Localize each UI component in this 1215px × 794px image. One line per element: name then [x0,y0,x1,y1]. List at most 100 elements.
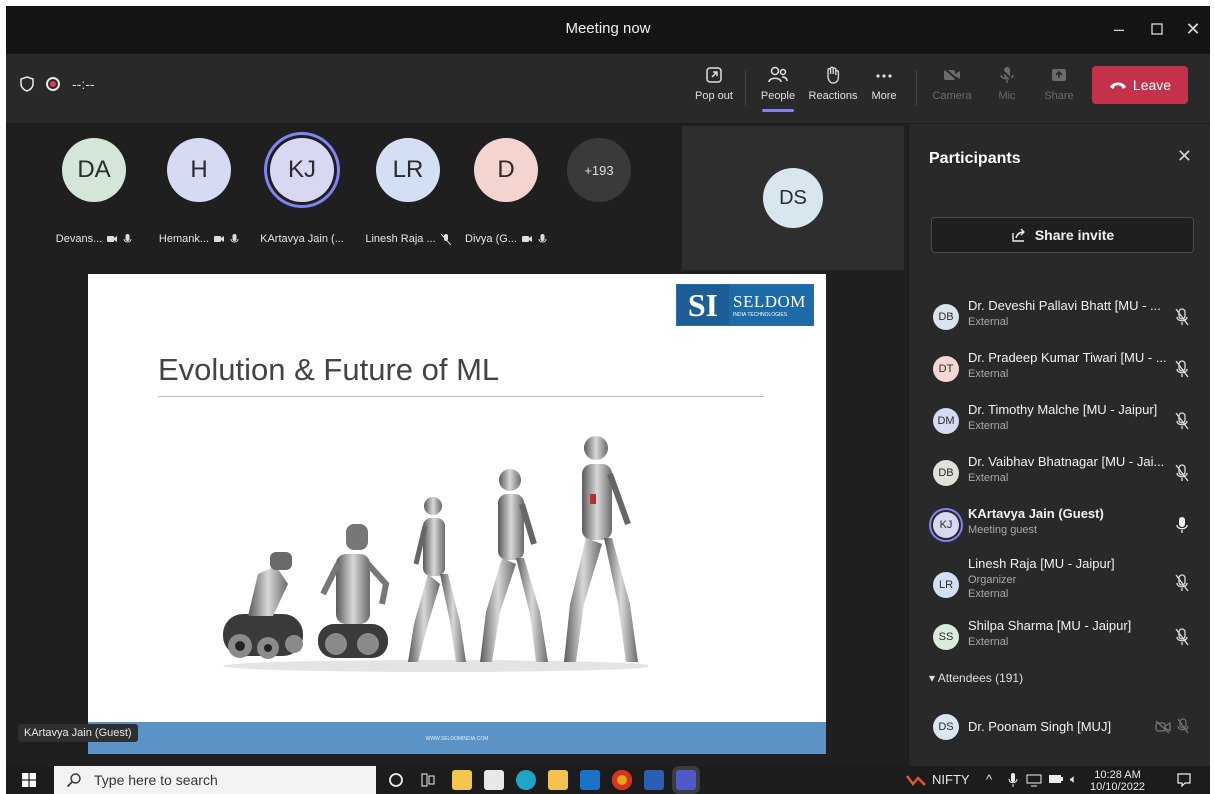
more-button[interactable]: More [868,64,900,102]
logo-name: SELDOM [733,292,806,311]
more-participants-button[interactable]: +193 [567,138,631,202]
close-icon[interactable]: ✕ [1177,146,1192,167]
participant-role: External [968,316,1009,328]
participants-panel: Participants ✕ Share invite DB Dr. Deves… [909,124,1210,766]
participant-row[interactable]: DT Dr. Pradeep Kumar Tiwari [MU - ... Ex… [909,346,1210,396]
cortana-icon[interactable] [388,772,404,788]
participant-name: Dr. Pradeep Kumar Tiwari [MU - ... [968,350,1167,365]
share-label: Share [1044,90,1074,102]
participant-row[interactable]: DB Dr. Deveshi Pallavi Bhatt [MU - ... E… [909,294,1210,344]
task-view-icon[interactable] [420,772,436,788]
mic-off-icon [1175,628,1189,646]
caret-down-icon: ▾ [929,671,938,685]
camera-off-icon [107,236,118,242]
participant-row[interactable]: DM Dr. Timothy Malche [MU - Jaipur] Exte… [909,398,1210,448]
outlook-icon[interactable] [580,770,600,790]
avatar: DB [933,304,959,330]
tile-name: Hemank... [158,233,210,245]
mic-button[interactable]: Mic [992,64,1022,102]
avatar: DS [933,714,959,740]
window-title: Meeting now [565,20,651,37]
tile-name: KArtavya Jain (... [260,233,344,245]
attendees-section-toggle[interactable]: ▾ Attendees (191) [929,671,1023,685]
teams-icon[interactable] [676,770,696,790]
share-invite-button[interactable]: Share invite [931,217,1194,253]
participant-role: External [968,636,1009,648]
participant-row[interactable]: SS Shilpa Sharma [MU - Jaipur] External [909,614,1210,664]
tracked-robot [223,552,303,659]
close-window-icon[interactable]: ✕ [1178,14,1208,44]
video-tile[interactable]: LR Linesh Raja ... [358,138,458,258]
mic-off-icon [1177,718,1189,734]
taskbar-search-box[interactable]: Type here to search [54,766,376,794]
video-tile[interactable]: DA Devans... [44,138,144,258]
spotlight-tile[interactable]: DS [682,126,904,270]
video-tile[interactable]: D Divya (G... [456,138,556,258]
tile-label: Divya (G... [456,233,556,245]
presenter-name-tag: KArtavya Jain (Guest) [18,724,138,742]
mic-off-icon [1175,574,1189,592]
system-clock[interactable]: 10:28 AM 10/10/2022 [1090,769,1145,793]
avatar: LR [376,138,440,202]
windows-taskbar: Type here to search NIFTY ^ 🔈︎ 10:28 AM … [6,766,1210,794]
share-invite-label: Share invite [1034,227,1115,243]
word-icon[interactable] [644,770,664,790]
mic-off-icon [1175,360,1189,378]
mic-label: Mic [998,90,1016,102]
title-divider [158,396,764,397]
chevron-up-icon[interactable]: ^ [986,772,992,787]
meeting-status: --:-- [20,76,95,92]
reactions-button[interactable]: Reactions [806,64,860,102]
more-label: More [871,90,897,102]
tile-name: Devans... [55,233,103,245]
participant-role: External [968,420,1009,432]
edge-browser-icon[interactable] [516,770,536,790]
search-placeholder: Type here to search [94,772,218,788]
people-button[interactable]: People [758,64,798,112]
tile-name: Linesh Raja ... [365,233,436,245]
camera-label: Camera [932,90,972,102]
minimize-icon[interactable]: – [1104,14,1134,44]
file-explorer-icon[interactable] [548,770,568,790]
participant-row[interactable]: DB Dr. Vaibhav Bhatnagar [MU - Jai... Ex… [909,450,1210,500]
maximize-icon[interactable] [1142,14,1172,44]
camera-off-icon [943,67,961,83]
pop-out-button[interactable]: Pop out [692,64,736,102]
mic-off-icon [440,233,451,245]
stock-ticker-icon [906,775,926,786]
chrome-icon[interactable] [612,770,632,790]
volume-icon[interactable]: 🔈︎ [1070,772,1077,787]
battery-icon[interactable] [1048,774,1064,784]
windows-start-icon[interactable] [22,773,36,787]
logo-text: SELDOM INDIA TECHNOLOGIES [729,285,813,325]
nifty-label[interactable]: NIFTY [932,772,970,787]
shared-presentation: SI SELDOM INDIA TECHNOLOGIES Evolution &… [88,274,826,754]
camera-button[interactable]: Camera [932,64,972,102]
tile-label: Devans... [44,233,144,245]
video-tile[interactable]: H Hemank... [149,138,249,258]
notifications-icon[interactable] [1176,772,1192,788]
leave-button[interactable]: Leave [1092,66,1188,104]
participant-role: External [968,368,1009,380]
avatar: KJ [270,138,334,202]
share-button[interactable]: Share [1042,64,1076,102]
network-icon[interactable] [1026,773,1042,787]
avatar: SS [933,624,959,650]
video-tile-active-speaker[interactable]: KJ KArtavya Jain (... [252,138,352,258]
people-label: People [760,90,796,102]
meeting-toolbar: --:-- Pop out People Reactions More Came… [6,54,1210,124]
participant-name: Linesh Raja [MU - Jaipur] [968,556,1115,571]
participant-row[interactable]: KJ KArtavya Jain (Guest) Meeting guest [909,502,1210,552]
attendee-row[interactable]: DS Dr. Poonam Singh [MUJ] [909,708,1210,758]
participant-tag: External [968,588,1009,600]
hang-up-icon [1109,82,1126,89]
participant-name: Dr. Timothy Malche [MU - Jaipur] [968,402,1158,417]
participant-row[interactable]: LR Linesh Raja [MU - Jaipur] Organizer E… [909,554,1210,614]
tile-label: Hemank... [149,233,249,245]
mail-icon[interactable] [484,770,504,790]
avatar: KJ [933,512,959,538]
microsoft-store-icon[interactable] [452,770,472,790]
avatar: DB [933,460,959,486]
pop-out-label: Pop out [695,90,733,102]
mic-off-icon [999,67,1015,83]
